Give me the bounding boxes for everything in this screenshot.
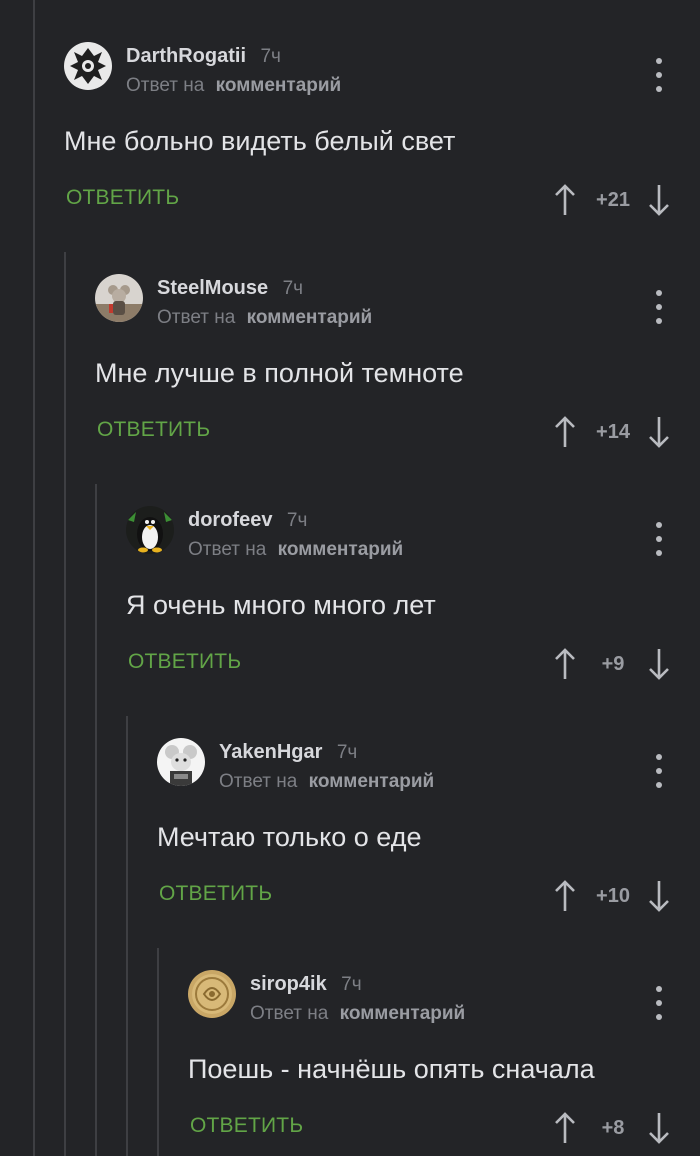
downvote-icon[interactable] xyxy=(644,646,674,682)
more-options-icon[interactable] xyxy=(648,986,670,1020)
comment: SteelMouse 7ч Ответ на комментарий Мне л… xyxy=(95,256,700,488)
comment: sirop4ik 7ч Ответ на комментарий Поешь -… xyxy=(188,952,700,1156)
author-name[interactable]: YakenHgar xyxy=(219,741,322,763)
upvote-icon[interactable] xyxy=(550,414,580,450)
white-mouse-icon xyxy=(157,738,205,786)
author-name[interactable]: sirop4ik xyxy=(250,973,327,995)
downvote-icon[interactable] xyxy=(644,878,674,914)
rating-count: +8 xyxy=(601,1116,625,1139)
rating-count: +21 xyxy=(596,188,630,211)
reply-to-link[interactable]: комментарий xyxy=(247,307,373,328)
comment-time: 7ч xyxy=(282,278,304,299)
avatar[interactable] xyxy=(188,970,236,1018)
comment: dorofeev 7ч Ответ на комментарий Я очень… xyxy=(126,488,700,720)
thread-line-level-4 xyxy=(126,716,128,1156)
comment-text: Поешь - начнёшь опять сначала xyxy=(188,1054,595,1084)
comment: YakenHgar 7ч Ответ на комментарий Мечтаю… xyxy=(157,720,700,952)
avatar[interactable] xyxy=(95,274,143,322)
more-options-icon[interactable] xyxy=(648,58,670,92)
reply-to-link[interactable]: комментарий xyxy=(340,1003,466,1024)
upvote-icon[interactable] xyxy=(550,1110,580,1146)
comment-text: Я очень много много лет xyxy=(126,590,436,620)
downvote-icon[interactable] xyxy=(644,182,674,218)
thread-line-level-2 xyxy=(64,252,66,1156)
author-name[interactable]: dorofeev xyxy=(188,509,272,531)
reply-button[interactable]: ОТВЕТИТЬ xyxy=(159,882,272,906)
comment-time: 7ч xyxy=(286,510,308,531)
more-options-icon[interactable] xyxy=(648,290,670,324)
comment-text: Мне лучше в полной темноте xyxy=(95,358,464,388)
more-options-icon[interactable] xyxy=(648,754,670,788)
reply-button[interactable]: ОТВЕТИТЬ xyxy=(190,1114,303,1138)
reply-to-link[interactable]: комментарий xyxy=(278,539,404,560)
avatar[interactable] xyxy=(126,506,174,554)
rating-count: +9 xyxy=(601,652,625,675)
vote-controls: +10 xyxy=(550,878,674,914)
penguin-icon xyxy=(126,506,174,554)
reply-to-prefix: Ответ на xyxy=(219,771,298,792)
reply-to-prefix: Ответ на xyxy=(157,307,236,328)
rating-count: +14 xyxy=(596,420,630,443)
comment-time: 7ч xyxy=(336,742,358,763)
author-name[interactable]: DarthRogatii xyxy=(126,45,246,67)
avatar[interactable] xyxy=(64,42,112,90)
more-options-icon[interactable] xyxy=(648,522,670,556)
thread-line-level-3 xyxy=(95,484,97,1156)
comment-text: Мечтаю только о еде xyxy=(157,822,422,852)
comment-time: 7ч xyxy=(260,46,281,67)
reply-to-prefix: Ответ на xyxy=(126,75,205,96)
vote-controls: +14 xyxy=(550,414,674,450)
comment: DarthRogatii 7ч Ответ на комментарий Мне… xyxy=(64,24,700,256)
avatar[interactable] xyxy=(157,738,205,786)
vote-controls: +21 xyxy=(550,182,674,218)
vote-controls: +9 xyxy=(550,646,674,682)
upvote-icon[interactable] xyxy=(550,646,580,682)
reply-button[interactable]: ОТВЕТИТЬ xyxy=(97,418,210,442)
mouse-figure-icon xyxy=(95,274,143,322)
reply-button[interactable]: ОТВЕТИТЬ xyxy=(128,650,241,674)
gothic-emblem-icon xyxy=(64,42,112,90)
downvote-icon[interactable] xyxy=(644,1110,674,1146)
comment-text: Мне больно видеть белый свет xyxy=(64,126,456,156)
rating-count: +10 xyxy=(596,884,630,907)
gold-coin-icon xyxy=(188,970,236,1018)
reply-to-prefix: Ответ на xyxy=(188,539,267,560)
reply-to-link[interactable]: комментарий xyxy=(309,771,435,792)
thread-line-level-5 xyxy=(157,948,159,1156)
upvote-icon[interactable] xyxy=(550,878,580,914)
reply-to-link[interactable]: комментарий xyxy=(216,75,342,96)
reply-button[interactable]: ОТВЕТИТЬ xyxy=(66,186,179,210)
downvote-icon[interactable] xyxy=(644,414,674,450)
author-name[interactable]: SteelMouse xyxy=(157,277,268,299)
vote-controls: +8 xyxy=(550,1110,674,1146)
thread-line-level-1 xyxy=(33,0,35,1156)
reply-to-prefix: Ответ на xyxy=(250,1003,329,1024)
upvote-icon[interactable] xyxy=(550,182,580,218)
comment-time: 7ч xyxy=(341,974,362,995)
